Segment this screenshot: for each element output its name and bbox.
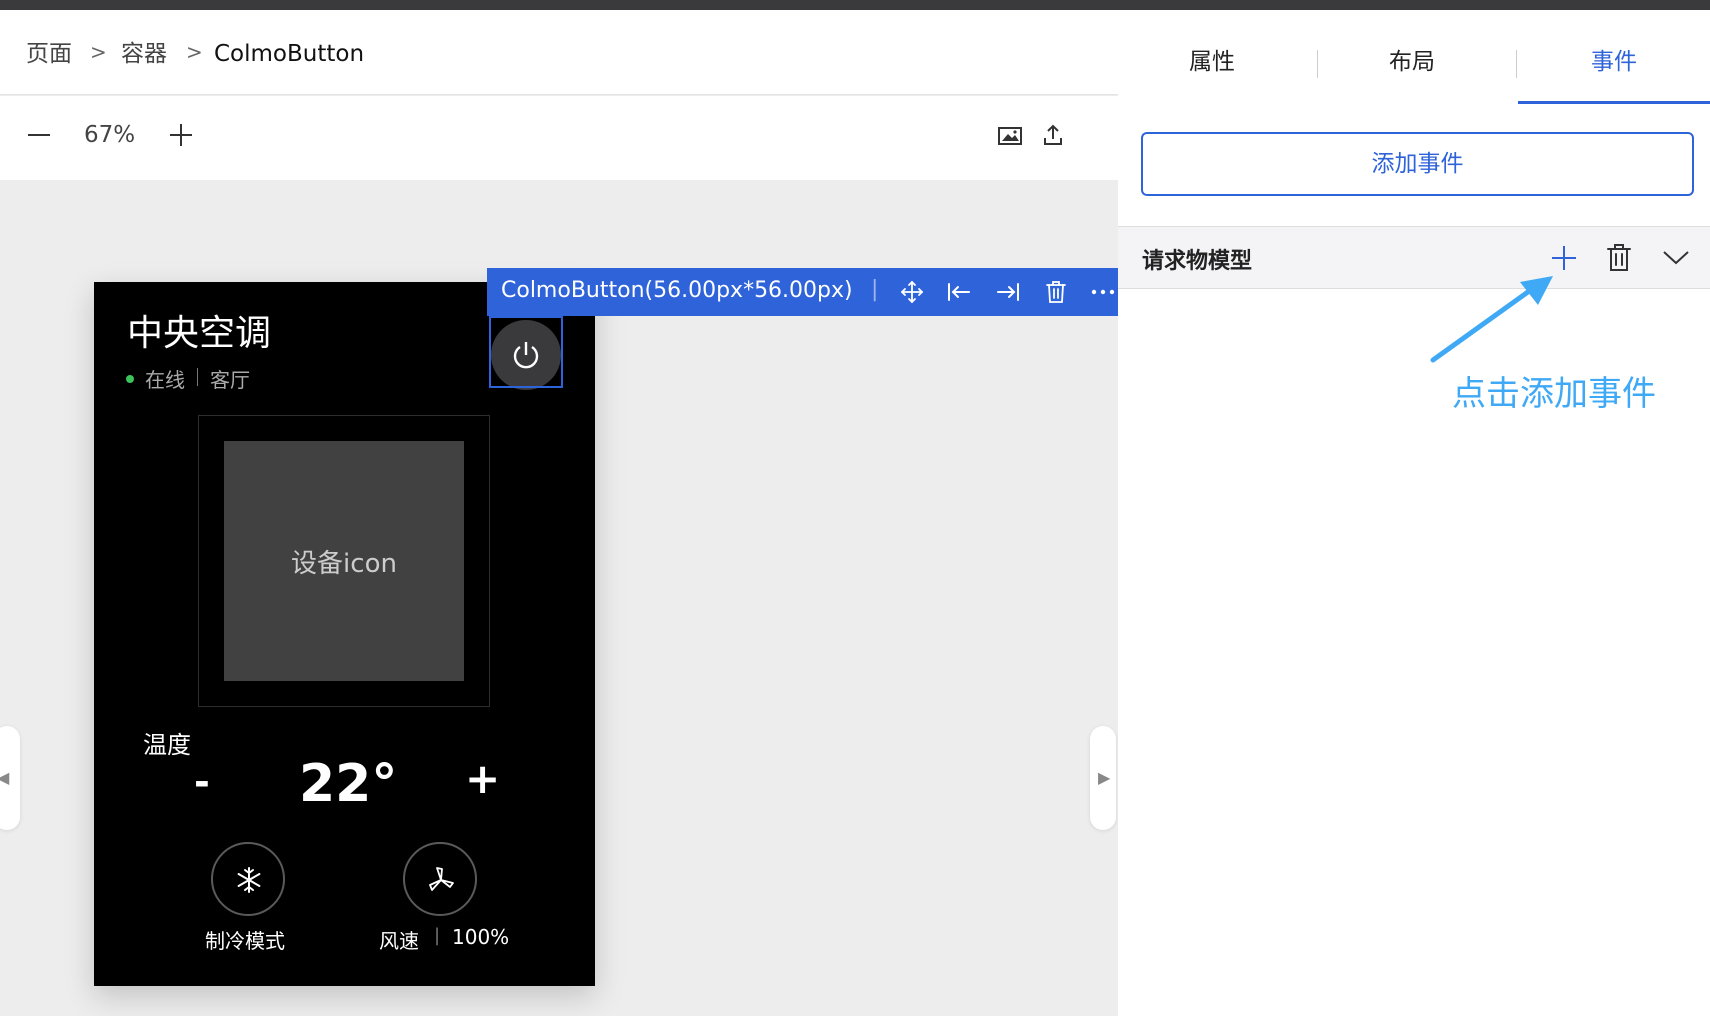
device-title: 中央空调 xyxy=(127,313,272,354)
more-icon[interactable] xyxy=(1090,288,1116,296)
breadcrumb-separator: > xyxy=(90,40,107,64)
fan-icon xyxy=(429,867,454,891)
right-panel-toggle[interactable]: ▶ xyxy=(1090,726,1116,830)
annotation-text: 点击添加事件 xyxy=(1452,374,1656,414)
breadcrumb-item-current: ColmoButton xyxy=(214,41,365,67)
selection-toolbar: ColmoButton(56.00px*56.00px) | xyxy=(487,268,1118,316)
active-tab-indicator xyxy=(1518,101,1710,104)
temperature-decrease-button[interactable]: - xyxy=(194,760,210,804)
breadcrumb-item-page[interactable]: 页面 xyxy=(26,38,72,70)
fan-speed-button[interactable] xyxy=(403,842,477,916)
event-section-title: 请求物模型 xyxy=(1142,249,1253,274)
fan-label: 风速 xyxy=(379,929,419,953)
tab-events[interactable]: 事件 xyxy=(1591,46,1637,78)
zoom-level: 67% xyxy=(84,122,136,148)
tab-divider xyxy=(1317,50,1318,78)
tab-properties[interactable]: 属性 xyxy=(1189,46,1235,78)
temperature-value: 22° xyxy=(299,754,398,814)
device-status: 在线 xyxy=(145,368,185,392)
snowflake-icon xyxy=(237,867,261,893)
temperature-increase-button[interactable]: + xyxy=(465,754,500,803)
fan-speed-value: 100% xyxy=(452,925,510,949)
minus-icon[interactable] xyxy=(26,122,52,148)
move-icon[interactable] xyxy=(900,280,924,304)
align-left-icon[interactable] xyxy=(946,280,972,304)
status-dot xyxy=(126,375,134,383)
trash-icon[interactable] xyxy=(1606,242,1632,272)
add-event-button[interactable]: 添加事件 xyxy=(1141,132,1694,196)
caret-right-icon: ▶ xyxy=(1098,768,1111,787)
breadcrumb: 页面 > 容器 > ColmoButton xyxy=(0,10,1118,95)
plus-icon[interactable] xyxy=(168,122,194,148)
breadcrumb-separator: > xyxy=(186,40,203,64)
fan-divider: | xyxy=(434,925,441,946)
toolbar-divider: | xyxy=(871,277,879,302)
upload-icon[interactable] xyxy=(1042,123,1064,147)
canvas-toolbar: 67% xyxy=(0,96,1118,180)
annotation-arrow xyxy=(1430,276,1553,363)
temperature-label: 温度 xyxy=(143,731,191,759)
plus-icon[interactable] xyxy=(1550,244,1578,272)
image-icon[interactable] xyxy=(997,126,1023,146)
selection-label: ColmoButton(56.00px*56.00px) xyxy=(501,278,853,303)
event-section-header[interactable]: 请求物模型 xyxy=(1118,226,1710,289)
left-panel-toggle[interactable]: ◀ xyxy=(0,726,20,830)
trash-icon[interactable] xyxy=(1044,279,1068,305)
device-icon-placeholder: 设备icon xyxy=(224,441,464,681)
device-room: 客厅 xyxy=(210,368,250,392)
mode-label: 制冷模式 xyxy=(205,929,285,953)
selection-outline xyxy=(489,316,563,388)
tab-layout[interactable]: 布局 xyxy=(1389,46,1435,78)
window-top-bar xyxy=(0,0,1710,10)
chevron-down-icon[interactable] xyxy=(1662,249,1690,265)
tab-divider xyxy=(1516,50,1517,78)
breadcrumb-item-container[interactable]: 容器 xyxy=(121,38,167,70)
status-divider xyxy=(197,368,198,386)
caret-left-icon: ◀ xyxy=(0,768,10,787)
mode-button[interactable] xyxy=(211,842,285,916)
align-right-icon[interactable] xyxy=(995,280,1021,304)
